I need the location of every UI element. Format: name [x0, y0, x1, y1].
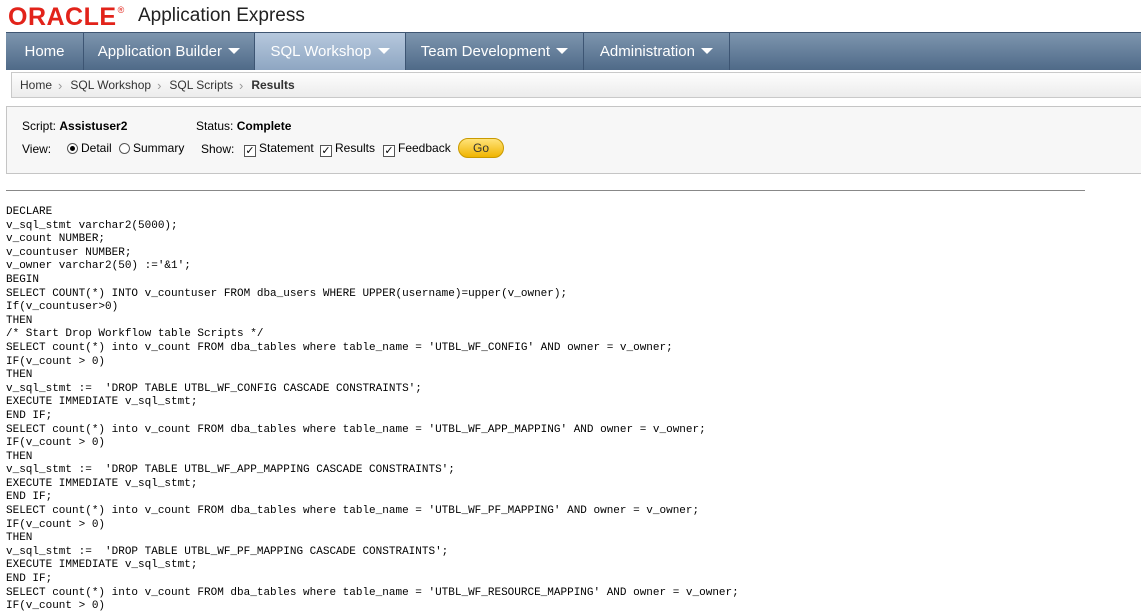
caret-down-icon — [701, 48, 714, 55]
show-results-label: Results — [335, 141, 376, 155]
code-line: IF(v_count > 0) — [6, 437, 106, 450]
tab-application-builder[interactable]: Application Builder — [84, 33, 255, 70]
breadcrumb: Home › SQL Workshop › SQL Scripts › Resu… — [11, 72, 1141, 98]
code-line: EXECUTE IMMEDIATE v_sql_stmt; — [6, 559, 198, 572]
view-label: View: — [22, 142, 52, 156]
code-line: SELECT count(*) into v_count FROM dba_ta… — [6, 423, 706, 436]
show-label: Show: — [201, 142, 235, 156]
show-statement-checkbox[interactable]: ✓ Statement — [244, 141, 314, 157]
code-line: v_countuser NUMBER; — [6, 246, 132, 259]
view-summary-radio[interactable]: Summary — [119, 141, 184, 155]
tab-label: Administration — [599, 43, 695, 60]
caret-down-icon — [228, 48, 241, 55]
tab-sql-workshop[interactable]: SQL Workshop — [255, 33, 406, 70]
code-line: v_count NUMBER; — [6, 233, 106, 246]
logo-text: ORACLE — [8, 3, 117, 31]
code-line: v_sql_stmt := 'DROP TABLE UTBL_WF_PF_MAP… — [6, 545, 449, 558]
tab-administration[interactable]: Administration — [584, 33, 730, 70]
status-value: Complete — [236, 119, 292, 133]
show-feedback-label: Feedback — [398, 141, 451, 155]
go-button[interactable]: Go — [458, 138, 504, 158]
breadcrumb-sql-workshop[interactable]: SQL Workshop — [62, 78, 157, 92]
code-line: /* Start Drop Workflow table Scripts */ — [6, 328, 264, 341]
breadcrumb-sql-scripts[interactable]: SQL Scripts — [161, 78, 239, 92]
code-line: THEN — [6, 450, 33, 463]
code-line: EXECUTE IMMEDIATE v_sql_stmt; — [6, 396, 198, 409]
tab-label: Home — [24, 43, 65, 60]
oracle-logo[interactable]: ORACLE® — [8, 3, 125, 32]
code-line: SELECT count(*) into v_count FROM dba_ta… — [6, 341, 673, 354]
script-label: Script: — [22, 119, 57, 133]
breadcrumb-home[interactable]: Home — [12, 78, 58, 92]
view-summary-label: Summary — [133, 141, 185, 155]
checkmark-icon: ✓ — [383, 145, 395, 157]
tab-label: SQL Workshop — [270, 43, 372, 60]
script-info: Script: Assistuser2 — [22, 119, 127, 133]
code-line: END IF; — [6, 573, 53, 586]
tab-home[interactable]: Home — [6, 33, 84, 70]
script-statement-text: DECLARE v_sql_stmt varchar2(5000); v_count… — [6, 206, 739, 614]
divider — [6, 190, 1085, 191]
view-detail-label: Detail — [81, 141, 112, 155]
product-title: Application Express — [138, 5, 305, 26]
code-line: THEN — [6, 369, 33, 382]
checkmark-icon: ✓ — [244, 145, 256, 157]
results-options-panel: Script: Assistuser2 Status: Complete Vie… — [6, 106, 1141, 174]
code-line: v_owner varchar2(50) :='&1'; — [6, 260, 191, 273]
code-line: IF(v_count > 0) — [6, 518, 106, 531]
tab-team-development[interactable]: Team Development — [406, 33, 584, 70]
code-line: SELECT count(*) into v_count FROM dba_ta… — [6, 586, 739, 599]
caret-down-icon — [556, 48, 569, 55]
code-line: SELECT COUNT(*) INTO v_countuser FROM db… — [6, 287, 568, 300]
show-feedback-checkbox[interactable]: ✓ Feedback — [383, 141, 451, 157]
code-line: EXECUTE IMMEDIATE v_sql_stmt; — [6, 477, 198, 490]
code-line: v_sql_stmt := 'DROP TABLE UTBL_WF_APP_MA… — [6, 464, 455, 477]
show-statement-label: Statement — [259, 141, 314, 155]
status-label: Status: — [196, 119, 234, 133]
view-detail-radio[interactable]: Detail — [67, 141, 112, 155]
script-name: Assistuser2 — [59, 119, 128, 133]
code-line: SELECT count(*) into v_count FROM dba_ta… — [6, 505, 700, 518]
code-line: END IF; — [6, 409, 53, 422]
tab-label: Team Development — [420, 43, 551, 60]
app-header: ORACLE® Application Express — [0, 0, 1141, 32]
code-line: END IF; — [6, 491, 53, 504]
caret-down-icon — [377, 48, 390, 55]
code-line: If(v_countuser>0) — [6, 301, 119, 314]
status-info: Status: Complete — [196, 119, 291, 133]
tab-label: Application Builder — [97, 43, 223, 60]
code-line: DECLARE — [6, 206, 53, 218]
code-line: IF(v_count > 0) — [6, 600, 106, 613]
code-line: THEN — [6, 532, 33, 545]
registered-mark: ® — [117, 5, 125, 15]
main-nav: Home Application Builder SQL Workshop Te… — [6, 32, 1141, 70]
code-line: IF(v_count > 0) — [6, 355, 106, 368]
code-line: v_sql_stmt := 'DROP TABLE UTBL_WF_CONFIG… — [6, 382, 422, 395]
code-line: v_sql_stmt varchar2(5000); — [6, 219, 178, 232]
radio-unselected-icon — [119, 143, 130, 154]
code-line: THEN — [6, 314, 33, 327]
breadcrumb-results: Results — [251, 78, 295, 92]
show-results-checkbox[interactable]: ✓ Results — [320, 141, 375, 157]
checkmark-icon: ✓ — [320, 145, 332, 157]
code-line: BEGIN — [6, 273, 40, 286]
radio-selected-icon — [67, 143, 78, 154]
